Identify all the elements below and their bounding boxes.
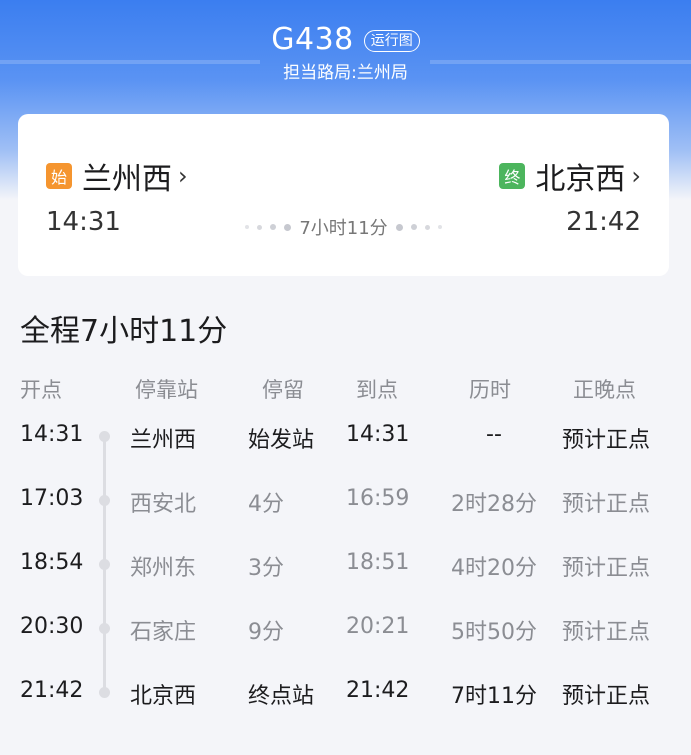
duration-indicator: 7小时11分 bbox=[18, 214, 669, 240]
punctuality-status: 预计正点 bbox=[562, 556, 651, 581]
header-status: 正晚点 bbox=[573, 378, 636, 402]
train-code: G438 bbox=[271, 22, 354, 57]
progress-dot bbox=[284, 223, 292, 231]
elapsed-time: 5时50分 bbox=[451, 620, 537, 645]
elapsed-time: -- bbox=[486, 422, 502, 447]
stay-duration: 始发站 bbox=[248, 428, 315, 453]
timeline-dot bbox=[99, 687, 110, 698]
arrive-time: 16:59 bbox=[346, 486, 410, 511]
progress-dot bbox=[424, 224, 430, 230]
schedule-map-button[interactable]: 运行图 bbox=[363, 30, 420, 52]
timeline-dot bbox=[99, 623, 110, 634]
station-name: 兰州西 bbox=[130, 428, 197, 453]
station-name: 石家庄 bbox=[130, 620, 197, 645]
header-elapsed: 历时 bbox=[469, 378, 511, 402]
depart-time: 20:30 bbox=[20, 614, 84, 639]
progress-dot bbox=[257, 224, 263, 230]
origin-station-link[interactable]: 始 兰州西 › bbox=[46, 154, 188, 198]
header-station: 停靠站 bbox=[135, 378, 198, 402]
timeline-dot bbox=[99, 431, 110, 442]
route-summary-card: 始 兰州西 › 终 北京西 › 14:31 21:42 7小时11分 bbox=[18, 114, 669, 276]
arrive-time: 21:42 bbox=[346, 678, 410, 703]
depart-time: 17:03 bbox=[20, 486, 84, 511]
destination-station-name: 北京西 bbox=[535, 162, 626, 197]
progress-dot bbox=[245, 225, 250, 229]
depart-time: 14:31 bbox=[20, 422, 84, 447]
stay-duration: 3分 bbox=[248, 556, 284, 581]
progress-dot bbox=[437, 225, 442, 229]
station-name: 郑州东 bbox=[130, 556, 197, 581]
punctuality-status: 预计正点 bbox=[562, 620, 651, 645]
stay-duration: 9分 bbox=[248, 620, 284, 645]
header-stay: 停留 bbox=[262, 378, 304, 402]
trip-duration: 7小时11分 bbox=[299, 218, 388, 239]
end-tag: 终 bbox=[499, 163, 526, 189]
elapsed-time: 2时28分 bbox=[451, 492, 537, 517]
arrive-time: 18:51 bbox=[346, 550, 410, 575]
total-duration-title: 全程7小时11分 bbox=[20, 314, 228, 349]
punctuality-status: 预计正点 bbox=[562, 492, 651, 517]
stay-duration: 4分 bbox=[248, 492, 284, 517]
arrive-time: 14:31 bbox=[346, 422, 410, 447]
header-arrive: 到点 bbox=[356, 378, 398, 402]
depart-time: 18:54 bbox=[20, 550, 84, 575]
arrive-time: 20:21 bbox=[346, 614, 410, 639]
progress-dot bbox=[410, 224, 417, 230]
chevron-right-icon: › bbox=[178, 162, 188, 190]
punctuality-status: 预计正点 bbox=[562, 428, 651, 453]
station-name: 西安北 bbox=[130, 492, 197, 517]
elapsed-time: 4时20分 bbox=[451, 556, 537, 581]
depart-time: 21:42 bbox=[20, 678, 84, 703]
origin-station-name: 兰州西 bbox=[82, 162, 172, 197]
start-tag: 始 bbox=[46, 163, 72, 189]
train-title-row: G438 运行图 bbox=[0, 20, 691, 60]
header-depart: 开点 bbox=[20, 378, 62, 402]
timeline-dot bbox=[99, 559, 110, 570]
stay-duration: 终点站 bbox=[248, 684, 315, 709]
timeline-dot bbox=[99, 495, 110, 506]
destination-station-link[interactable]: 终 北京西 › bbox=[499, 154, 641, 198]
elapsed-time: 7时11分 bbox=[451, 684, 537, 709]
station-name: 北京西 bbox=[130, 684, 197, 709]
progress-dot bbox=[395, 223, 403, 231]
chevron-right-icon: › bbox=[631, 162, 641, 190]
punctuality-status: 预计正点 bbox=[562, 684, 651, 709]
progress-dot bbox=[270, 224, 277, 230]
operating-bureau: 担当路局:兰州局 bbox=[283, 63, 408, 83]
